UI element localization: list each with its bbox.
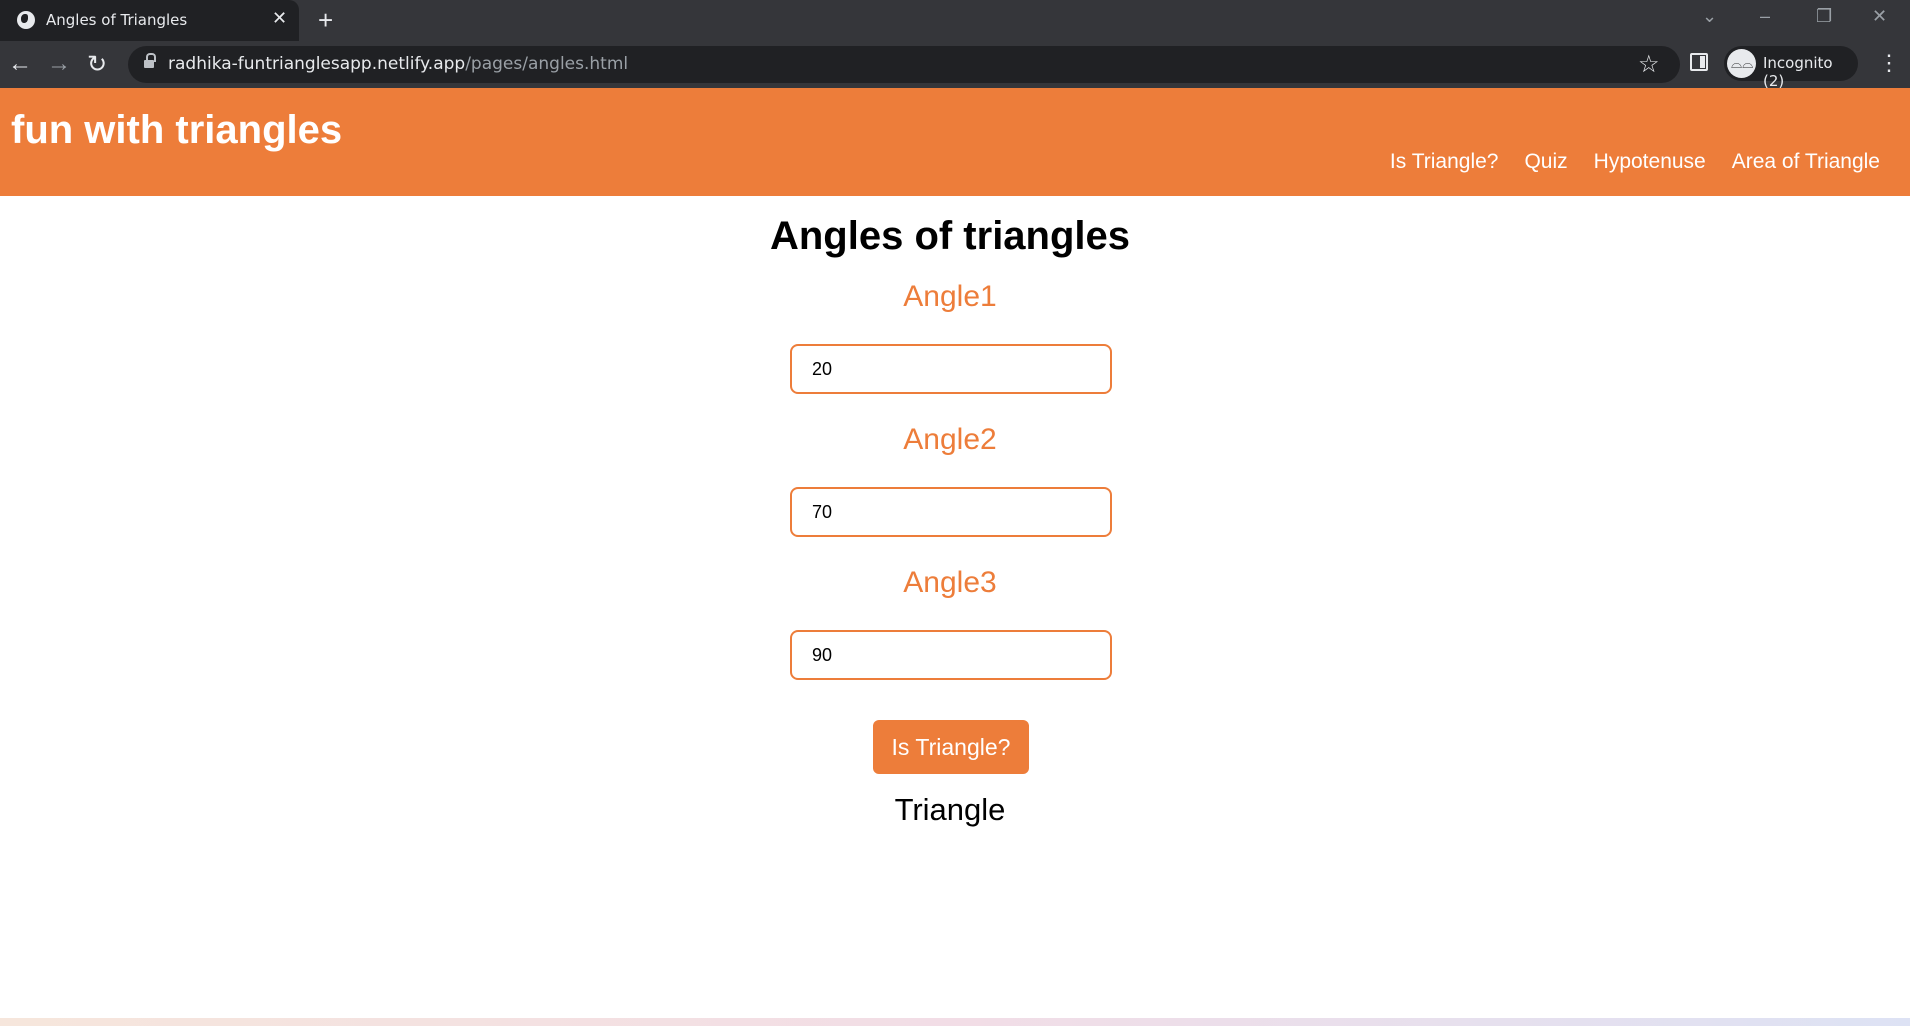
back-arrow-icon[interactable]: ← bbox=[8, 50, 32, 78]
angle3-label: Angle3 bbox=[903, 566, 997, 599]
forward-arrow-icon[interactable]: → bbox=[47, 50, 71, 78]
url-domain: radhika-funtrianglesapp.netlify.app bbox=[168, 54, 466, 74]
nav-link-hypotenuse[interactable]: Hypotenuse bbox=[1594, 150, 1706, 174]
site-nav: Is Triangle? Quiz Hypotenuse Area of Tri… bbox=[1390, 150, 1880, 174]
nav-link-is-triangle[interactable]: Is Triangle? bbox=[1390, 150, 1499, 174]
tab-title: Angles of Triangles bbox=[46, 11, 188, 29]
nav-link-area-of-triangle[interactable]: Area of Triangle bbox=[1732, 150, 1880, 174]
restore-icon[interactable]: ❐ bbox=[1816, 6, 1832, 27]
lock-icon[interactable] bbox=[144, 53, 156, 70]
result-text: Triangle bbox=[894, 792, 1006, 827]
site-title: fun with triangles bbox=[11, 108, 343, 152]
close-icon[interactable]: ✕ bbox=[272, 8, 287, 29]
browser-tab-strip: Angles of Triangles ✕ + ⌄ – ❐ ✕ bbox=[0, 0, 1910, 41]
minimize-icon[interactable]: – bbox=[1760, 6, 1770, 27]
angle2-label: Angle2 bbox=[903, 423, 997, 456]
bottom-gradient-strip bbox=[0, 1018, 1910, 1026]
address-bar[interactable]: radhika-funtrianglesapp.netlify.app/page… bbox=[128, 46, 1680, 83]
incognito-icon bbox=[1727, 49, 1756, 78]
incognito-label: Incognito (2) bbox=[1763, 54, 1833, 90]
incognito-profile-button[interactable]: Incognito (2) bbox=[1724, 46, 1858, 90]
browser-tab[interactable]: Angles of Triangles ✕ bbox=[0, 0, 299, 41]
angle1-label: Angle1 bbox=[903, 280, 997, 313]
page-title: Angles of triangles bbox=[769, 214, 1131, 258]
new-tab-icon[interactable]: + bbox=[318, 5, 333, 36]
angle2-input[interactable] bbox=[790, 487, 1112, 537]
bookmark-star-icon[interactable]: ☆ bbox=[1638, 50, 1660, 79]
nav-link-quiz[interactable]: Quiz bbox=[1524, 150, 1567, 174]
side-panel-icon[interactable] bbox=[1690, 53, 1708, 71]
angle1-input[interactable] bbox=[790, 344, 1112, 394]
angle3-input[interactable] bbox=[790, 630, 1112, 680]
window-close-icon[interactable]: ✕ bbox=[1872, 6, 1887, 27]
site-header: fun with triangles Is Triangle? Quiz Hyp… bbox=[0, 88, 1910, 196]
globe-icon bbox=[17, 11, 35, 29]
url-text[interactable]: radhika-funtrianglesapp.netlify.app/page… bbox=[168, 54, 628, 74]
kebab-menu-icon[interactable]: ⋮ bbox=[1878, 50, 1900, 76]
browser-toolbar: ← → ↻ radhika-funtrianglesapp.netlify.ap… bbox=[0, 41, 1910, 90]
is-triangle-button[interactable]: Is Triangle? bbox=[873, 720, 1029, 774]
tab-search-icon[interactable]: ⌄ bbox=[1702, 6, 1717, 27]
url-path: /pages/angles.html bbox=[465, 54, 629, 74]
reload-icon[interactable]: ↻ bbox=[87, 50, 107, 79]
